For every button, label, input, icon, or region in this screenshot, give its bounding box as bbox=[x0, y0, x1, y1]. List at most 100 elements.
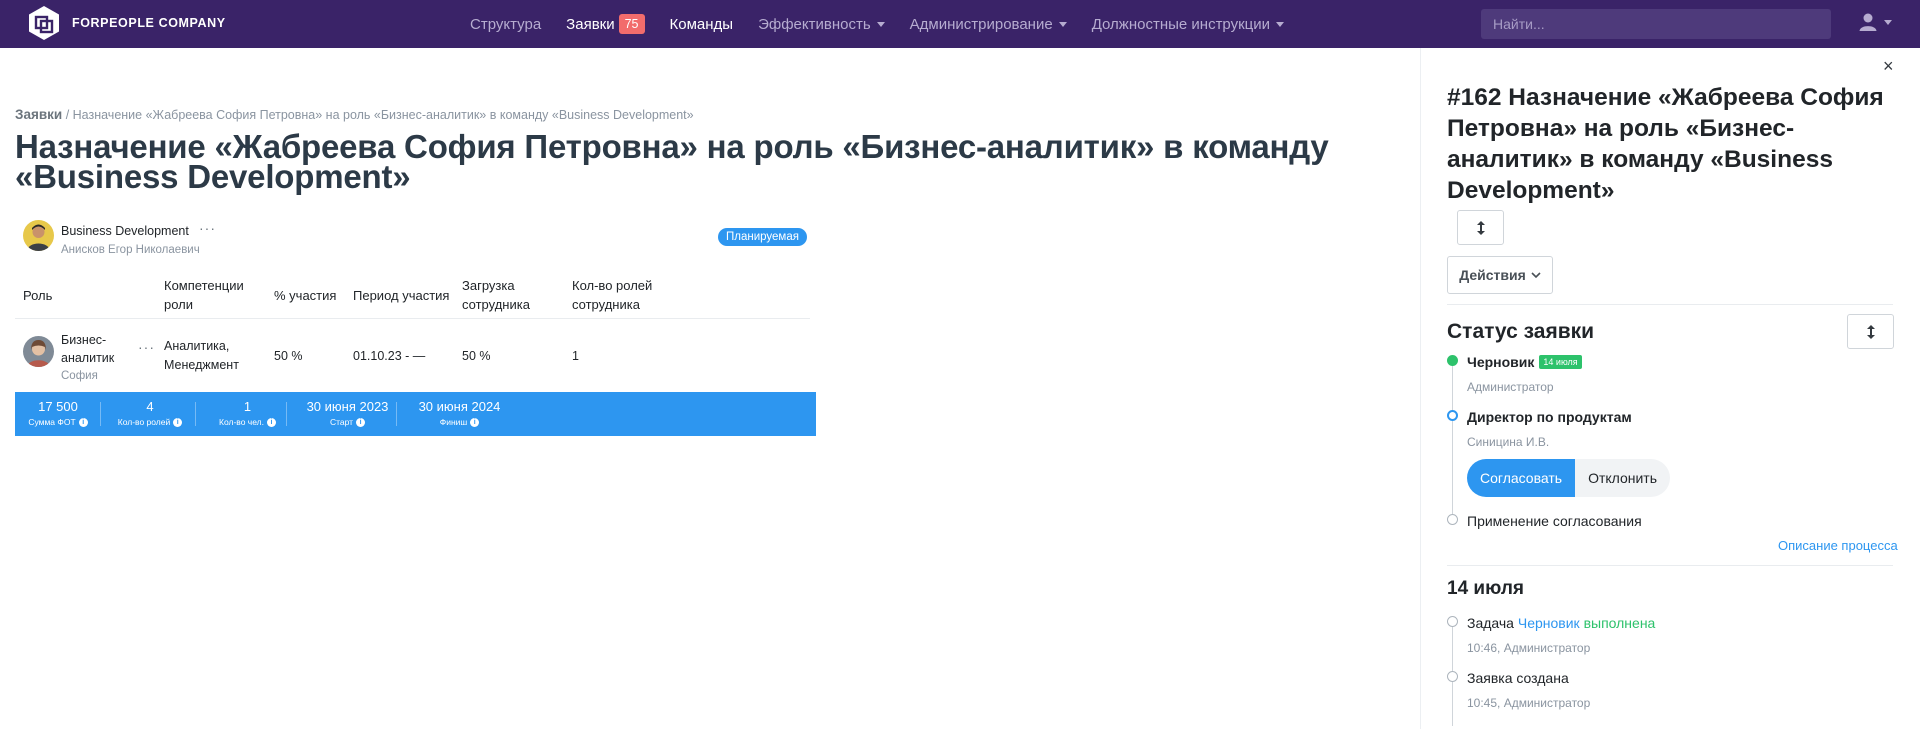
team-name[interactable]: Business Development bbox=[61, 224, 189, 238]
stat-people-count: 1 Кол-во чел. i bbox=[205, 400, 290, 427]
caret-down-icon bbox=[1276, 21, 1285, 27]
stat-divider bbox=[195, 402, 196, 426]
table-divider bbox=[15, 318, 810, 319]
team-more-button[interactable]: ··· bbox=[199, 220, 216, 236]
nav-link-label: Должностные инструкции bbox=[1091, 15, 1271, 33]
nav-link-teams[interactable]: Команды bbox=[670, 16, 734, 33]
caret-down-icon bbox=[876, 21, 885, 27]
step-title: Черновик 14 июля bbox=[1467, 354, 1582, 370]
column-header-role: Роль bbox=[23, 288, 53, 303]
column-header-period: Период участия bbox=[353, 288, 450, 303]
stat-label: Финиш bbox=[439, 417, 468, 427]
column-header-load: Загрузка сотрудника bbox=[462, 278, 530, 312]
panel-divider bbox=[1447, 565, 1893, 566]
info-icon[interactable]: i bbox=[267, 417, 276, 427]
stat-divider bbox=[396, 402, 397, 426]
stat-payroll: 17 500 Сумма ФОТ i bbox=[21, 400, 95, 427]
nav-link-label: Структура bbox=[470, 15, 542, 33]
nav-link-requests[interactable]: Заявки 75 bbox=[566, 13, 645, 35]
employee-name: София bbox=[61, 370, 98, 382]
history-date-heading: 14 июля bbox=[1447, 578, 1525, 599]
info-icon[interactable]: i bbox=[78, 417, 88, 427]
approval-buttons: Согласовать Отклонить bbox=[1467, 459, 1671, 497]
step-done-icon bbox=[1447, 355, 1458, 366]
stat-label: Сумма ФОТ bbox=[28, 417, 76, 427]
requests-count-badge: 75 bbox=[618, 13, 645, 35]
step-title: Директор по продуктам bbox=[1467, 409, 1632, 425]
approve-button[interactable]: Согласовать bbox=[1467, 459, 1576, 497]
nav-link-label: Заявки bbox=[566, 15, 615, 33]
stat-finish-date: 30 июня 2024 Финиш i bbox=[407, 399, 512, 428]
stat-label: Старт bbox=[329, 417, 354, 427]
page-title: Назначение «Жабреева София Петровна» на … bbox=[15, 128, 1329, 195]
breadcrumb-root-link[interactable]: Заявки bbox=[15, 107, 62, 122]
nav-link-label: Команды bbox=[669, 15, 734, 33]
step-assignee: Администратор bbox=[1467, 380, 1554, 394]
info-icon[interactable]: i bbox=[356, 417, 366, 427]
role-name[interactable]: Бизнес-аналитик bbox=[61, 331, 126, 367]
status-expand-button[interactable] bbox=[1847, 314, 1894, 349]
stat-divider bbox=[286, 402, 287, 426]
status-timeline-line bbox=[1452, 356, 1453, 520]
history-event-title: Заявка создана bbox=[1467, 670, 1569, 686]
step-name: Черновик bbox=[1467, 354, 1535, 370]
step-pending-icon bbox=[1447, 514, 1458, 525]
employee-avatar bbox=[23, 336, 54, 367]
stat-value: 4 bbox=[146, 399, 154, 414]
period-value: 01.10.23 - — bbox=[353, 349, 426, 363]
user-menu[interactable] bbox=[1858, 12, 1892, 32]
step-current-icon bbox=[1447, 410, 1458, 421]
process-description-link[interactable]: Описание процесса bbox=[1778, 538, 1898, 553]
user-icon bbox=[1859, 13, 1877, 31]
breadcrumb-separator: / bbox=[65, 108, 70, 122]
history-event-meta: 10:46, Администратор bbox=[1467, 641, 1591, 655]
column-header-participation: % участия bbox=[274, 288, 337, 303]
caret-down-icon bbox=[1884, 19, 1892, 25]
nav-link-administration[interactable]: Администрирование bbox=[910, 16, 1067, 33]
brand-logo-icon bbox=[26, 5, 62, 41]
main-nav: Структура Заявки 75 Команды Эффективность… bbox=[470, 0, 1309, 48]
request-detail-panel: × #162 Назначение «Жабреева София Петров… bbox=[1420, 48, 1920, 729]
actions-label: Действия bbox=[1459, 267, 1526, 283]
stat-value: 30 июня 2024 bbox=[418, 399, 501, 414]
step-date-badge: 14 июля bbox=[1539, 355, 1582, 369]
role-competencies: Аналитика, Менеджмент bbox=[164, 339, 239, 372]
summary-stats-bar: 17 500 Сумма ФОТ i 4 Кол-во ролей i 1 Кол-… bbox=[15, 392, 816, 436]
info-icon[interactable]: i bbox=[173, 417, 183, 427]
stat-start-date: 30 июня 2023 Старт i bbox=[295, 399, 400, 428]
stat-value: 30 июня 2023 bbox=[306, 399, 389, 414]
team-lead-name: Анисков Егор Николаевич bbox=[61, 244, 200, 256]
stat-divider bbox=[100, 402, 101, 426]
nav-link-efficiency[interactable]: Эффективность bbox=[758, 16, 885, 33]
history-task-status: выполнена bbox=[1583, 615, 1656, 631]
top-navbar: FORPEOPLE COMPANY Структура Заявки 75 Ком… bbox=[0, 0, 1920, 48]
brand-logo[interactable]: FORPEOPLE COMPANY bbox=[26, 5, 226, 41]
history-event-icon bbox=[1447, 616, 1458, 627]
team-card: Business Development ··· Анисков Егор Ни… bbox=[15, 212, 816, 382]
brand-name: FORPEOPLE COMPANY bbox=[72, 16, 226, 30]
vertical-resize-icon bbox=[1866, 324, 1875, 339]
reject-button[interactable]: Отклонить bbox=[1575, 459, 1671, 497]
stat-roles-count: 4 Кол-во ролей i bbox=[110, 400, 190, 427]
row-more-button[interactable]: ··· bbox=[138, 338, 155, 357]
history-task-link[interactable]: Черновик bbox=[1518, 615, 1580, 631]
team-status-badge: Планируемая bbox=[718, 228, 807, 246]
stat-value: 1 bbox=[243, 399, 252, 414]
history-event-prefix: Задача bbox=[1467, 615, 1514, 631]
nav-link-label: Эффективность bbox=[758, 15, 871, 33]
nav-link-structure[interactable]: Структура bbox=[470, 16, 541, 33]
load-value: 50 % bbox=[462, 349, 491, 363]
step-title: Применение согласования bbox=[1467, 513, 1642, 529]
global-search-input[interactable] bbox=[1481, 9, 1831, 39]
history-event-meta: 10:45, Администратор bbox=[1467, 696, 1591, 710]
breadcrumb: Заявки / Назначение «Жабреева София Петр… bbox=[15, 107, 694, 122]
column-header-role-count: Кол-во ролей сотрудника bbox=[572, 278, 653, 312]
info-icon[interactable]: i bbox=[470, 417, 480, 427]
nav-link-job-descriptions[interactable]: Должностные инструкции bbox=[1091, 15, 1285, 33]
breadcrumb-current: Назначение «Жабреева София Петровна» на … bbox=[72, 108, 694, 122]
actions-dropdown[interactable]: Действия bbox=[1447, 256, 1553, 294]
request-title: #162 Назначение «Жабреева София Петровна… bbox=[1447, 84, 1884, 204]
chevron-down-icon bbox=[1531, 271, 1541, 278]
expand-button[interactable] bbox=[1457, 210, 1504, 245]
close-icon[interactable]: × bbox=[1883, 56, 1894, 77]
